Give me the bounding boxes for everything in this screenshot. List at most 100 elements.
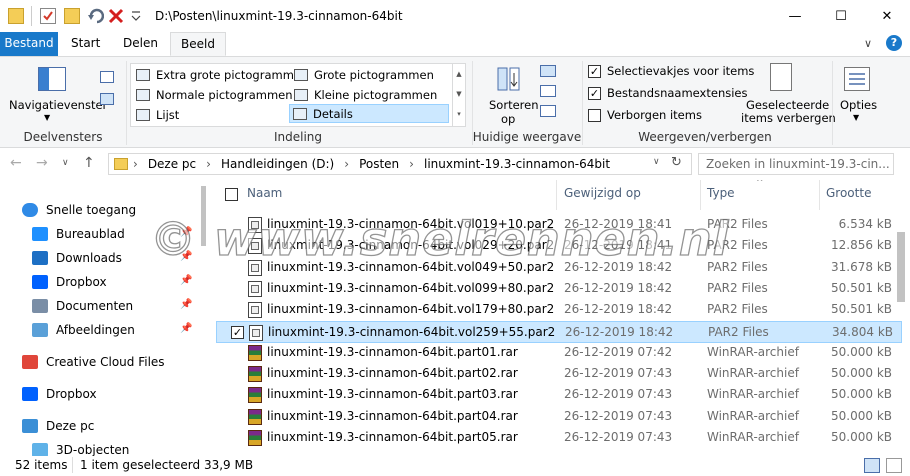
size-columns-icon[interactable] xyxy=(540,105,556,117)
file-modified: 26-12-2019 07:42 xyxy=(564,344,673,359)
file-type: WinRAR-archief xyxy=(707,408,799,423)
nav-item-quick-access[interactable]: Snelle toegang xyxy=(22,199,136,221)
file-size: 31.678 kB xyxy=(831,259,892,274)
details-pane-icon[interactable] xyxy=(100,93,114,105)
pin-icon[interactable]: 📌 xyxy=(180,323,192,334)
table-row[interactable]: linuxmint-19.3-cinnamon-64bit.part02.rar… xyxy=(216,363,902,385)
table-row[interactable]: linuxmint-19.3-cinnamon-64bit.part03.rar… xyxy=(216,384,902,406)
file-modified: 26-12-2019 07:43 xyxy=(564,408,673,423)
file-modified: 26-12-2019 18:42 xyxy=(565,324,674,339)
table-row[interactable]: ✓ linuxmint-19.3-cinnamon-64bit.vol259+55… xyxy=(216,320,902,343)
nav-item-dropbox-root[interactable]: Dropbox xyxy=(22,383,97,405)
nav-item-3d-objects[interactable]: 3D-objecten xyxy=(32,439,129,456)
column-header-type[interactable]: Type xyxy=(707,186,735,200)
breadcrumb-deze-pc[interactable]: Deze pc xyxy=(148,157,196,171)
add-columns-icon[interactable] xyxy=(540,85,556,97)
options-button[interactable]: Opties xyxy=(840,98,877,112)
navigation-pane-button[interactable]: Navigatievenster xyxy=(9,98,107,112)
up-arrow-icon[interactable]: ↑ xyxy=(83,155,95,171)
layout-list[interactable]: Lijst xyxy=(133,105,179,124)
search-input[interactable]: Zoeken in linuxmint-19.3-cin... xyxy=(698,153,894,175)
undo-icon[interactable] xyxy=(88,8,105,24)
sort-icon[interactable] xyxy=(496,65,524,93)
row-checkbox[interactable]: ✓ xyxy=(231,325,244,339)
new-folder-icon[interactable] xyxy=(64,8,80,24)
forward-arrow-icon[interactable]: → xyxy=(36,155,48,171)
sort-by-button[interactable]: Sorteren xyxy=(489,98,539,112)
file-type: PAR2 Files xyxy=(708,324,769,339)
pin-icon[interactable]: 📌 xyxy=(180,299,192,310)
breadcrumb-posten[interactable]: Posten xyxy=(359,157,399,171)
item-checkboxes-checkbox[interactable]: ✓ xyxy=(588,65,601,78)
creative-cloud-icon xyxy=(22,355,38,369)
properties-icon[interactable] xyxy=(40,8,56,24)
select-all-checkbox[interactable] xyxy=(225,188,238,201)
tab-start[interactable]: Start xyxy=(58,32,113,56)
help-icon[interactable]: ? xyxy=(886,35,902,51)
layout-small-icons[interactable]: Kleine pictogrammen xyxy=(291,85,437,104)
file-list-scrollbar[interactable] xyxy=(894,214,908,456)
group-label-panes: Deelvensters xyxy=(23,130,103,144)
table-row[interactable]: linuxmint-19.3-cinnamon-64bit.vol099+80.… xyxy=(216,278,902,300)
column-header-name[interactable]: Naam xyxy=(247,186,282,200)
layout-extra-large-icons[interactable]: Extra grote pictogrammen xyxy=(133,65,308,84)
nav-item-creative-cloud[interactable]: Creative Cloud Files xyxy=(22,351,165,373)
hide-selected-button[interactable]: Geselecteerde xyxy=(746,98,829,112)
large-icons-view-icon[interactable] xyxy=(886,458,902,473)
image-icon xyxy=(32,323,48,337)
maximize-button[interactable]: ☐ xyxy=(818,0,864,32)
hide-selected-icon[interactable] xyxy=(770,63,792,91)
tab-beeld[interactable]: Beeld xyxy=(170,32,226,56)
ribbon-tabs: Bestand Start Delen Beeld ∨ ? xyxy=(0,32,910,56)
nav-item-downloads[interactable]: Downloads xyxy=(32,247,122,269)
customize-quick-access-icon[interactable] xyxy=(130,8,142,24)
navigation-pane-icon[interactable] xyxy=(38,67,66,91)
layout-item-label: Details xyxy=(313,106,353,121)
delete-icon[interactable] xyxy=(108,8,124,24)
nav-item-label: Snelle toegang xyxy=(46,203,137,217)
details-view-icon[interactable] xyxy=(864,458,880,473)
column-header-modified[interactable]: Gewijzigd op xyxy=(564,186,641,200)
tab-bestand[interactable]: Bestand xyxy=(0,32,58,56)
refresh-icon[interactable]: ↻ xyxy=(671,155,682,170)
pin-icon[interactable]: 📌 xyxy=(180,251,192,262)
nav-item-dropbox[interactable]: Dropbox xyxy=(32,271,107,293)
minimize-button[interactable]: — xyxy=(772,0,818,32)
layout-medium-icons[interactable]: Normale pictogrammen xyxy=(133,85,293,104)
table-row[interactable]: linuxmint-19.3-cinnamon-64bit.part01.rar… xyxy=(216,342,902,364)
pin-icon[interactable]: 📌 xyxy=(180,275,192,286)
table-row[interactable]: linuxmint-19.3-cinnamon-64bit.vol049+50.… xyxy=(216,257,902,279)
nav-item-desktop[interactable]: Bureaublad xyxy=(32,223,125,245)
table-row[interactable]: linuxmint-19.3-cinnamon-64bit.part05.rar… xyxy=(216,427,902,449)
pin-icon[interactable]: 📌 xyxy=(180,227,192,238)
table-row[interactable]: linuxmint-19.3-cinnamon-64bit.vol029+20.… xyxy=(216,235,902,257)
nav-item-this-pc[interactable]: Deze pc xyxy=(22,415,94,437)
par2-file-icon xyxy=(248,302,262,319)
file-type: PAR2 Files xyxy=(707,302,768,317)
column-header-size[interactable]: Grootte xyxy=(826,186,871,200)
nav-scrollbar[interactable] xyxy=(199,180,208,456)
hidden-items-checkbox[interactable] xyxy=(588,109,601,122)
table-row[interactable]: linuxmint-19.3-cinnamon-64bit.vol179+80.… xyxy=(216,299,902,321)
preview-pane-icon[interactable] xyxy=(100,71,114,83)
tab-delen[interactable]: Delen xyxy=(110,32,171,56)
chevron-down-icon[interactable]: ∨ xyxy=(653,157,660,167)
file-extensions-checkbox[interactable]: ✓ xyxy=(588,87,601,100)
recent-locations-icon[interactable]: ∨ xyxy=(62,158,69,168)
file-list: Naam Gewijzigd op ^ Type Grootte linuxmi… xyxy=(214,180,910,456)
table-row[interactable]: linuxmint-19.3-cinnamon-64bit.vol019+10.… xyxy=(216,214,902,236)
layout-details[interactable]: Details xyxy=(289,104,449,123)
nav-item-pictures[interactable]: Afbeeldingen xyxy=(32,319,135,341)
layout-large-icons[interactable]: Grote pictogrammen xyxy=(291,65,434,84)
options-icon[interactable] xyxy=(844,67,870,91)
nav-item-documents[interactable]: Documenten xyxy=(32,295,133,317)
back-arrow-icon[interactable]: ← xyxy=(10,155,22,171)
breadcrumb-current-folder[interactable]: linuxmint-19.3-cinnamon-64bit xyxy=(424,157,610,171)
group-by-icon[interactable] xyxy=(540,65,556,77)
table-row[interactable]: linuxmint-19.3-cinnamon-64bit.part04.rar… xyxy=(216,406,902,428)
collapse-ribbon-icon[interactable]: ∨ xyxy=(864,37,872,50)
address-bar[interactable]: › Deze pc › Handleidingen (D:) › Posten … xyxy=(108,153,692,175)
close-button[interactable]: ✕ xyxy=(864,0,910,32)
breadcrumb-drive-d[interactable]: Handleidingen (D:) xyxy=(221,157,334,171)
layout-scroll[interactable]: ▲ ▼ ▾ xyxy=(452,64,465,126)
